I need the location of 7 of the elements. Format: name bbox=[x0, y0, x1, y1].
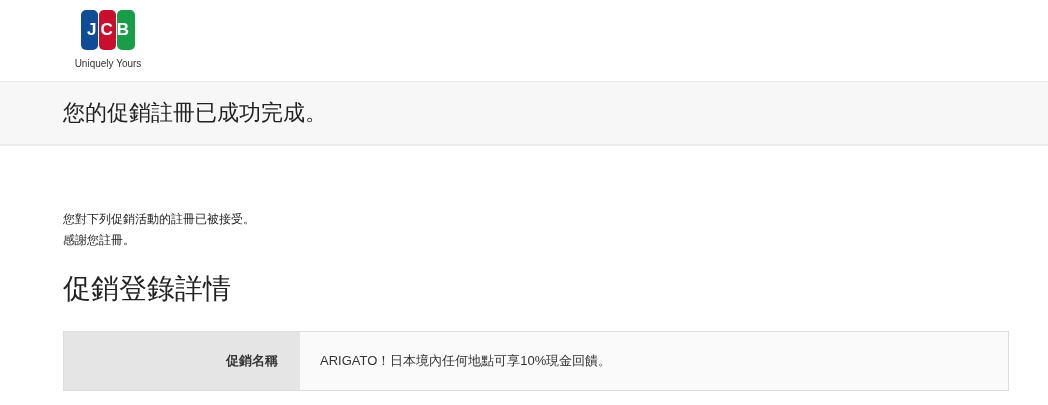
message-text: 您對下列促銷活動的註冊已被接受。 bbox=[63, 211, 256, 228]
table-value-cell: ARIGATO！日本境內任何地點可享10%現金回饋。 bbox=[300, 332, 1008, 390]
table-label-cell: 促銷名稱 bbox=[64, 332, 300, 390]
message-text: 感謝您註冊。 bbox=[63, 232, 136, 249]
logo-tagline: Uniquely Yours bbox=[74, 58, 142, 69]
section-heading: 促銷登錄詳情 bbox=[63, 272, 232, 306]
page-title: 您的促銷註冊已成功完成。 bbox=[63, 99, 327, 127]
